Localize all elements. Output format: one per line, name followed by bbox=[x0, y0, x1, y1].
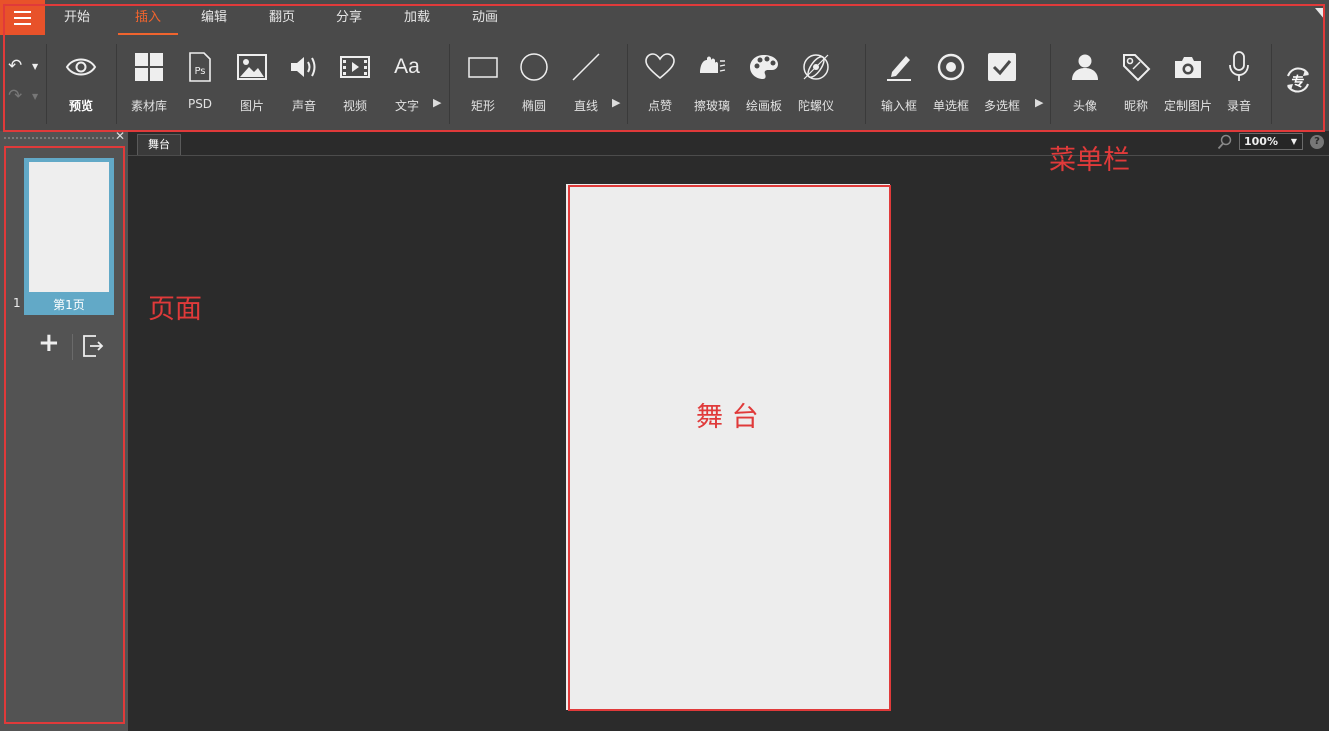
zoom-select[interactable]: 100% ▼ bbox=[1239, 133, 1303, 150]
chevron-down-icon: ▼ bbox=[1290, 137, 1297, 146]
menubar-annotation: 菜单栏 bbox=[1049, 145, 1130, 176]
menubar-highlight-frame bbox=[3, 4, 1325, 132]
stage-header: 舞台 100% ▼ ? bbox=[128, 131, 1329, 156]
zoom-value: 100% bbox=[1244, 135, 1278, 148]
tab-stage[interactable]: 舞台 bbox=[137, 134, 181, 155]
panel-drag-handle[interactable] bbox=[4, 137, 114, 139]
help-icon[interactable]: ? bbox=[1310, 135, 1324, 149]
search-icon[interactable] bbox=[1217, 134, 1233, 150]
pages-highlight-frame bbox=[4, 146, 125, 724]
stage-highlight-frame bbox=[568, 185, 891, 711]
stage-annotation: 舞 台 bbox=[696, 402, 759, 433]
pages-annotation: 页面 bbox=[148, 294, 202, 325]
